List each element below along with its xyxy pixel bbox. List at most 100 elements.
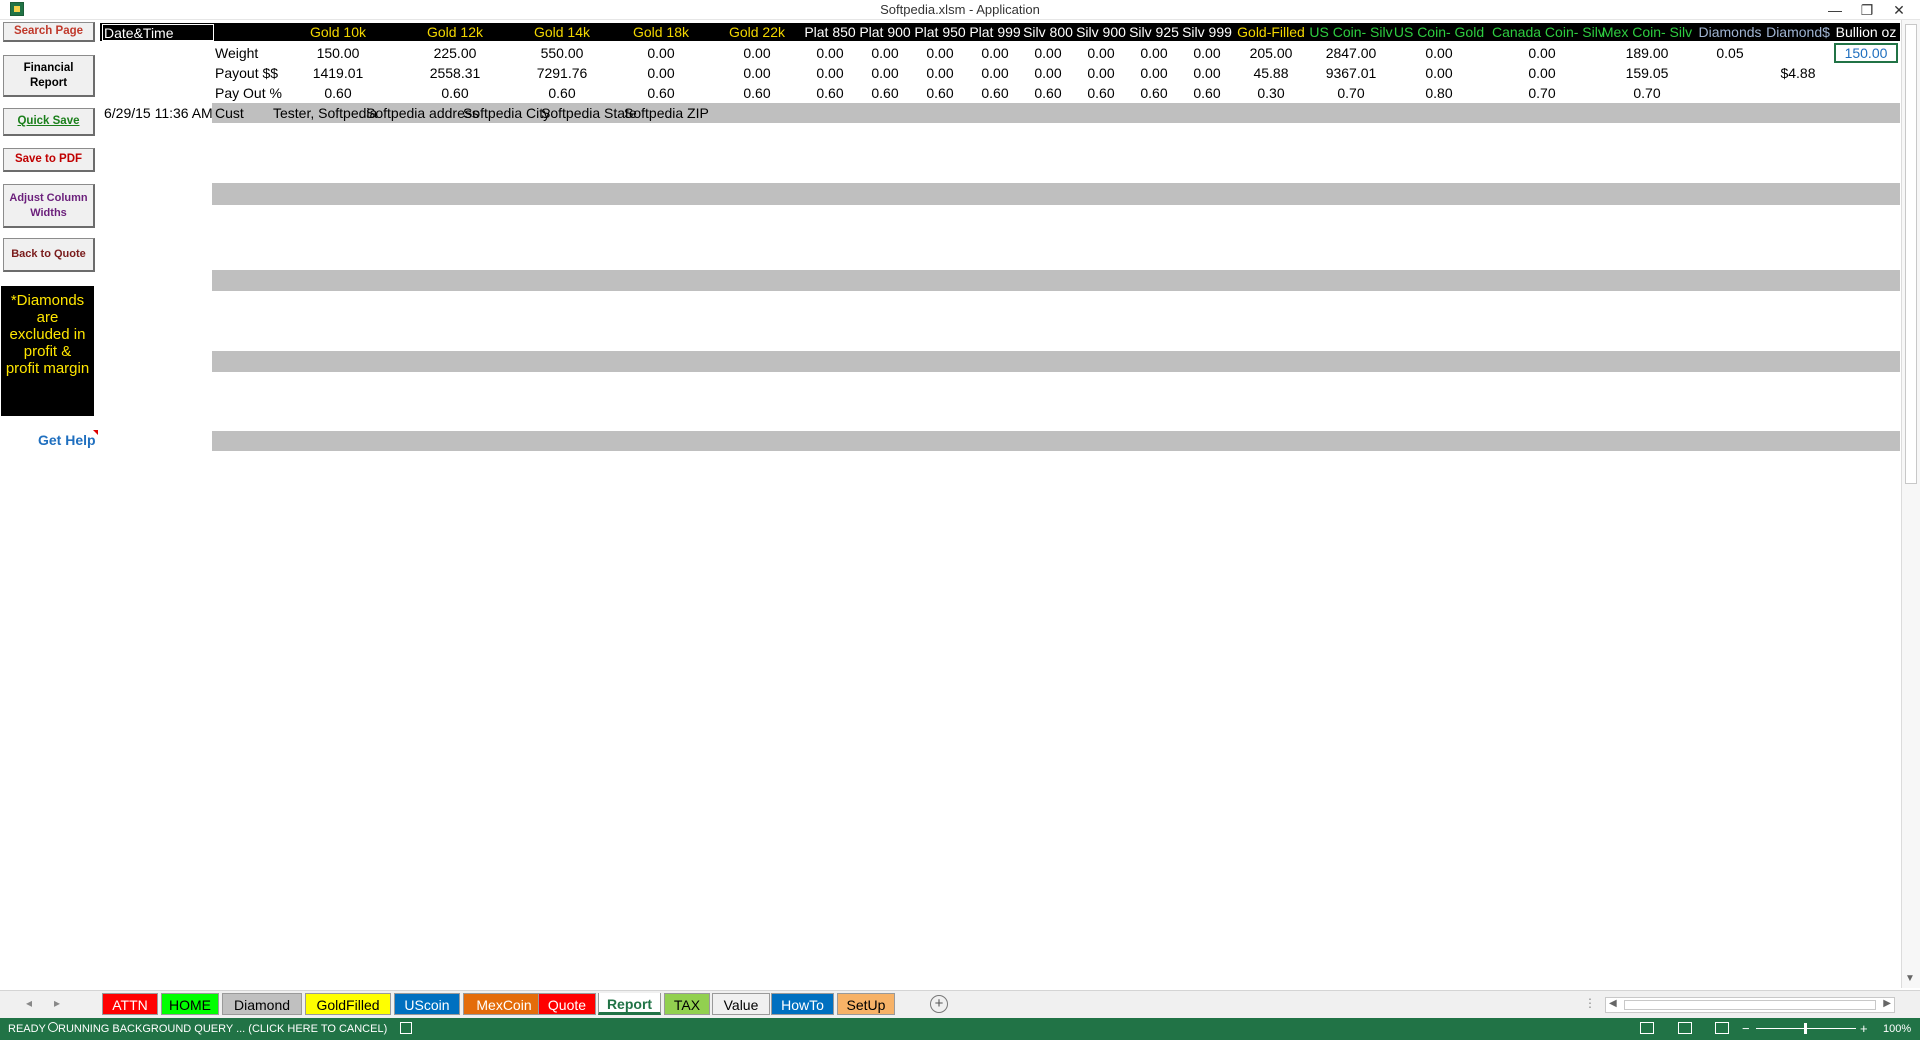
cust-label: Cust	[215, 105, 244, 121]
back-to-quote-button[interactable]: Back to Quote	[3, 238, 95, 272]
data-cell[interactable]: 159.05	[1597, 65, 1697, 81]
data-cell[interactable]: 2847.00	[1301, 45, 1401, 61]
data-cell[interactable]: 9367.01	[1301, 65, 1401, 81]
tab-uscoin[interactable]: UScoin	[394, 993, 460, 1015]
column-header[interactable]: Gold 10k	[288, 24, 388, 40]
zoom-in-icon[interactable]: +	[1860, 1021, 1868, 1036]
tab-report[interactable]: Report	[598, 993, 661, 1015]
data-cell[interactable]: 0.05	[1680, 45, 1780, 61]
zoom-slider-thumb[interactable]	[1804, 1023, 1807, 1034]
customer-address: Softpedia address	[366, 105, 479, 121]
scroll-down-icon[interactable]: ▼	[1905, 973, 1915, 984]
financial-report-button[interactable]: Financial Report	[3, 55, 95, 97]
customer-row[interactable]: Cust Tester, Softpedia Softpedia address…	[212, 103, 1900, 123]
data-cell[interactable]: $4.88	[1748, 65, 1848, 81]
add-sheet-icon[interactable]: +	[930, 995, 948, 1013]
data-cell[interactable]: 0.00	[611, 65, 711, 81]
adjust-column-widths-button[interactable]: Adjust Column Widths	[3, 184, 95, 228]
data-cell[interactable]: 0.60	[288, 85, 388, 101]
data-cell[interactable]: 0.00	[1492, 65, 1592, 81]
data-cell[interactable]: 0.70	[1301, 85, 1401, 101]
row-band	[212, 431, 1900, 451]
quick-save-button[interactable]: Quick Save	[3, 108, 95, 136]
window-title: Softpedia.xlsm - Application	[880, 2, 1040, 17]
report-sheet[interactable]: Date&Time Gold 10k Gold 12k Gold 14k Gold 1…	[100, 20, 1900, 988]
tab-tax[interactable]: TAX	[664, 993, 710, 1015]
data-cell[interactable]: 550.00	[512, 45, 612, 61]
weight-label: Weight	[215, 45, 259, 61]
vertical-scrollbar[interactable]: ▼	[1901, 20, 1920, 988]
tab-home[interactable]: HOME	[161, 993, 219, 1015]
data-cell[interactable]: 0.70	[1492, 85, 1592, 101]
data-cell[interactable]: 0.60	[405, 85, 505, 101]
sheet-tabs-bar: ◂ ▸ ATTN HOME Diamond GoldFilled UScoin MexCo…	[0, 990, 1920, 1018]
data-cell[interactable]: 150.00	[288, 45, 388, 61]
page-break-view-icon[interactable]	[1715, 1022, 1729, 1034]
payout-pct-row: Pay Out % 0.60 0.60 0.60 0.60 0.60 0.60 0.60 0.…	[100, 83, 1900, 103]
tab-howto[interactable]: HowTo	[771, 993, 834, 1015]
tab-mexcoin[interactable]: MexCoin	[463, 993, 545, 1015]
data-cell[interactable]: 1419.01	[288, 65, 388, 81]
horizontal-scroll-thumb[interactable]	[1624, 1000, 1876, 1010]
data-cell[interactable]: 0.70	[1597, 85, 1697, 101]
macro-button-panel: Search Page Financial Report Quick Save …	[0, 20, 100, 990]
column-header[interactable]: Gold 14k	[512, 24, 612, 40]
restore-icon[interactable]: ❐	[1852, 0, 1882, 20]
tab-goldfilled[interactable]: GoldFilled	[305, 993, 391, 1015]
customer-name: Tester, Softpedia	[273, 105, 378, 121]
tab-next-icon[interactable]: ▸	[54, 996, 60, 1010]
background-query-status[interactable]: RUNNING BACKGROUND QUERY ... (CLICK HERE…	[58, 1023, 387, 1035]
data-cell[interactable]: 0.00	[1389, 45, 1489, 61]
minimize-icon[interactable]: —	[1820, 0, 1850, 20]
weight-row: Weight 150.00 225.00 550.00 0.00 0.00 0.00 0.0…	[100, 43, 1900, 63]
data-cell[interactable]: 0.60	[611, 85, 711, 101]
data-cell[interactable]: 0.00	[1492, 45, 1592, 61]
payout-label: Payout $$	[215, 65, 279, 81]
macro-record-icon[interactable]	[400, 1022, 412, 1034]
horizontal-scrollbar[interactable]: ◀ ▶	[1605, 997, 1895, 1013]
tab-attn[interactable]: ATTN	[102, 993, 158, 1015]
data-cell[interactable]: 225.00	[405, 45, 505, 61]
customer-state: Softpedia State	[541, 105, 637, 121]
tab-value[interactable]: Value	[712, 993, 770, 1015]
tab-setup[interactable]: SetUp	[837, 993, 895, 1015]
status-ready: READY	[8, 1023, 46, 1035]
query-refresh-icon	[48, 1022, 58, 1032]
column-header[interactable]: Gold 18k	[611, 24, 711, 40]
tab-diamond[interactable]: Diamond	[222, 993, 302, 1015]
row-band	[212, 351, 1900, 372]
column-header[interactable]: Gold 12k	[405, 24, 505, 40]
data-cell[interactable]: 7291.76	[512, 65, 612, 81]
search-page-button[interactable]: Search Page	[3, 22, 95, 42]
status-bar: READY RUNNING BACKGROUND QUERY ... (CLIC…	[0, 1018, 1920, 1040]
data-cell[interactable]: 0.00	[611, 45, 711, 61]
scroll-left-icon[interactable]: ◀	[1609, 998, 1617, 1009]
tab-quote[interactable]: Quote	[538, 993, 596, 1015]
excel-window: Softpedia.xlsm - Application — ❐ ✕ Searc…	[0, 0, 1920, 1040]
column-header[interactable]: US Coin- Silv	[1301, 24, 1401, 40]
diamonds-note: *Diamonds are excluded in profit & profi…	[1, 286, 94, 416]
tab-splitter-icon[interactable]: ⋮	[1584, 996, 1596, 1010]
data-cell[interactable]: 0.80	[1389, 85, 1489, 101]
datetime-header[interactable]: Date&Time	[102, 24, 214, 41]
customer-zip: Softpedia ZIP	[624, 105, 709, 121]
data-cell[interactable]: 2558.31	[405, 65, 505, 81]
selected-cell-bullion-weight[interactable]: 150.00	[1834, 43, 1898, 63]
page-layout-view-icon[interactable]	[1678, 1022, 1692, 1034]
save-to-pdf-button[interactable]: Save to PDF	[3, 148, 95, 172]
column-header[interactable]: Canada Coin- Silv	[1492, 24, 1605, 40]
title-bar: Softpedia.xlsm - Application — ❐ ✕	[0, 0, 1920, 20]
scroll-right-icon[interactable]: ▶	[1883, 998, 1891, 1009]
zoom-level[interactable]: 100%	[1883, 1023, 1911, 1035]
column-header[interactable]: US Coin- Gold	[1389, 24, 1489, 40]
close-icon[interactable]: ✕	[1884, 0, 1914, 20]
zoom-out-icon[interactable]: −	[1742, 1021, 1750, 1036]
vertical-scroll-thumb[interactable]	[1905, 24, 1917, 484]
data-cell[interactable]: 0.00	[1389, 65, 1489, 81]
data-cell[interactable]: 0.60	[512, 85, 612, 101]
tab-prev-icon[interactable]: ◂	[26, 996, 32, 1010]
normal-view-icon[interactable]	[1640, 1022, 1654, 1034]
row-band	[212, 183, 1900, 205]
get-help-link[interactable]: Get Help	[38, 432, 96, 448]
record-datetime: 6/29/15 11:36 AM	[104, 105, 213, 121]
